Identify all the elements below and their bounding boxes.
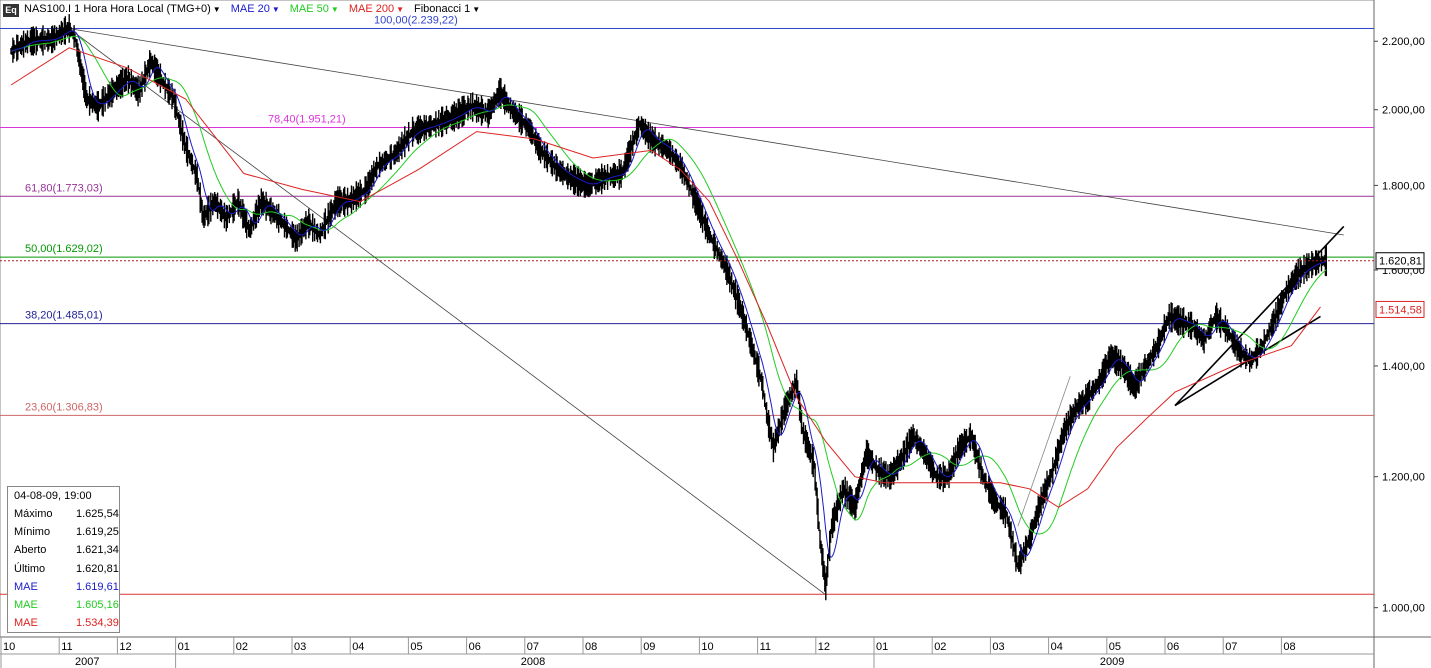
info-row-value: 1.619,25 (76, 526, 119, 539)
info-row: Máximo 1.625,54 (8, 505, 119, 523)
x-tick-label: 06 (469, 641, 481, 653)
chart-toolbar: NAS100.I 1 Hora Hora Local (TMG+0) ▼ MAE … (24, 2, 480, 16)
fibonacci-selector[interactable]: Fibonacci 1 ▼ (414, 3, 480, 15)
x-tick-label: 08 (1283, 641, 1295, 653)
symbol-label: NAS100.I 1 Hora Hora Local (TMG+0) (24, 3, 211, 15)
x-tick-label: 03 (294, 641, 306, 653)
x-tick-label: 11 (760, 641, 771, 653)
mae20-label: MAE 20 (230, 3, 270, 15)
mae50-selector[interactable]: MAE 50 ▼ (290, 3, 339, 15)
info-row-label: MAE (14, 617, 38, 630)
mae50-label: MAE 50 (289, 3, 329, 15)
x-tick-label: 05 (1109, 641, 1121, 653)
x-tick-label: 04 (1051, 641, 1063, 653)
y-tick-label: 2.200,00 (1382, 36, 1425, 48)
info-row: MAE 1.619,61 (8, 578, 119, 596)
y-tick-label: 1.800,00 (1382, 180, 1425, 192)
info-datetime: 04-08-09, 19:00 (14, 490, 92, 502)
x-year-label: 2007 (75, 656, 99, 668)
data-window: 04-08-09, 19:00 Máximo 1.625,54 Mínimo 1.61… (7, 486, 120, 633)
info-row: Mínimo 1.619,25 (8, 523, 119, 541)
fibonacci-label: Fibonacci 1 (414, 3, 471, 15)
caret-down-icon: ▼ (212, 4, 221, 14)
fib-level-label: 61,80(1.773,03) (25, 182, 103, 194)
caret-down-icon: ▼ (396, 4, 404, 14)
mae200-selector[interactable]: MAE 200 ▼ (349, 3, 404, 15)
equity-app-icon[interactable]: Eq (3, 4, 19, 17)
y-tick-label: 1.000,00 (1382, 603, 1425, 615)
y-tick-label: 1.400,00 (1382, 361, 1425, 373)
info-row-value: 1.620,81 (76, 562, 119, 575)
x-tick-label: 02 (236, 641, 248, 653)
info-row-value: 1.625,54 (76, 508, 119, 521)
info-row: Aberto 1.621,34 (8, 541, 119, 559)
info-row-label: MAE (14, 580, 38, 593)
x-tick-label: 02 (934, 641, 946, 653)
chart[interactable]: 2.200,002.000,001.800,001.600,001.400,00… (0, 0, 1431, 668)
info-row-value: 1.619,61 (76, 580, 119, 593)
x-year-label: 2009 (1100, 656, 1124, 668)
info-row: MAE 1.534,39 (8, 614, 119, 632)
mae200-label: MAE 200 (348, 3, 395, 15)
info-row-label: Aberto (14, 544, 47, 557)
mae200-price-label: 1.514,58 (1379, 304, 1422, 316)
info-row-value: 1.621,34 (76, 544, 119, 557)
info-row-label: Máximo (14, 508, 53, 521)
fib-level-label: 23,60(1.306,83) (25, 401, 103, 413)
x-tick-label: 10 (3, 641, 15, 653)
x-tick-label: 09 (643, 641, 655, 653)
x-year-label: 2008 (521, 656, 545, 668)
caret-down-icon: ▼ (472, 4, 481, 14)
info-row-value: 1.605,16 (76, 599, 119, 612)
x-tick-label: 11 (61, 641, 72, 653)
x-tick-label: 12 (818, 641, 830, 653)
fib-level-label: 50,00(1.629,02) (25, 243, 103, 255)
x-tick-label: 01 (876, 641, 888, 653)
y-tick-label: 2.000,00 (1382, 105, 1425, 117)
x-tick-label: 04 (352, 641, 364, 653)
y-tick-label: 1.200,00 (1382, 472, 1425, 484)
x-tick-label: 07 (1225, 641, 1237, 653)
fib-level-label: 100,00(2.239,22) (374, 15, 458, 27)
fib-level-label: 38,20(1.485,01) (25, 310, 103, 322)
current-price-label: 1.620,81 (1379, 256, 1422, 268)
x-tick-label: 06 (1167, 641, 1179, 653)
info-row-label: MAE (14, 599, 38, 612)
info-row: MAE 1.605,16 (8, 596, 119, 614)
mae20-selector[interactable]: MAE 20 ▼ (231, 3, 280, 15)
x-tick-label: 03 (992, 641, 1004, 653)
x-tick-label: 12 (119, 641, 131, 653)
caret-down-icon: ▼ (271, 4, 280, 14)
x-tick-label: 05 (410, 641, 422, 653)
fib-level-label: 78,40(1.951,21) (268, 113, 346, 125)
x-tick-label: 08 (585, 641, 597, 653)
x-tick-label: 01 (178, 641, 190, 653)
info-row: Último 1.620,81 (8, 560, 119, 578)
info-row-label: Último (14, 562, 46, 575)
caret-down-icon: ▼ (330, 4, 339, 14)
x-tick-label: 07 (527, 641, 539, 653)
info-row-label: Mínimo (14, 526, 51, 539)
info-row-value: 1.534,39 (76, 617, 119, 630)
x-tick-label: 10 (701, 641, 713, 653)
symbol-selector[interactable]: NAS100.I 1 Hora Hora Local (TMG+0) ▼ (24, 3, 221, 15)
